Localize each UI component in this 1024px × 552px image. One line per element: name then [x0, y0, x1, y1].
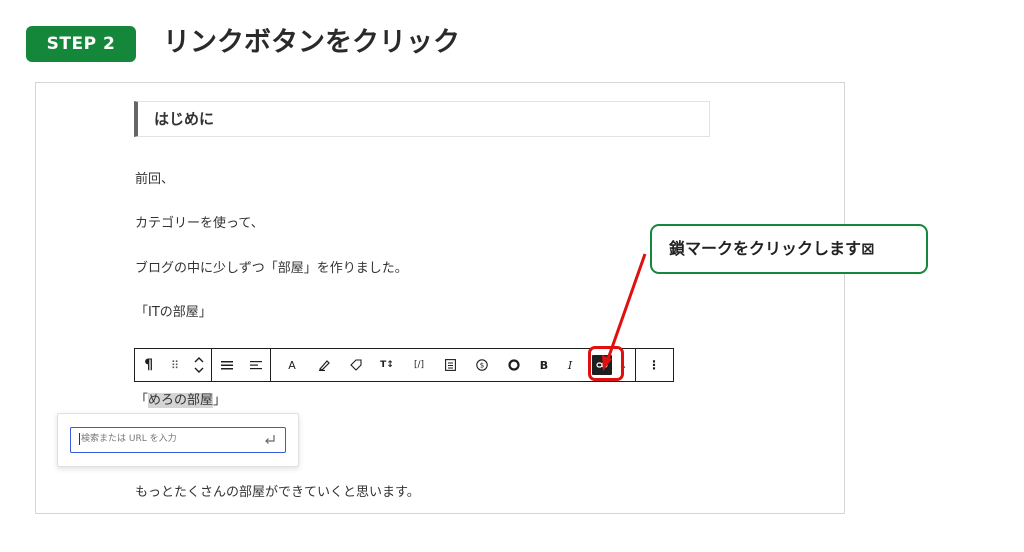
move-up-down-icon[interactable] — [192, 349, 206, 381]
bracket-close: 」 — [213, 393, 227, 408]
callout-box: 鎖マークをクリックします⊠ — [650, 224, 928, 274]
url-search-input[interactable]: 検索または URL を入力 — [70, 427, 286, 453]
italic-button[interactable]: I — [563, 349, 577, 381]
paragraph-last[interactable]: もっとたくさんの部屋ができていくと思います。 — [135, 481, 420, 500]
heading-text: はじめに — [154, 110, 215, 128]
link-popover: 検索または URL を入力 — [57, 413, 299, 467]
toolbar-block-group: ¶ ⠿ — [135, 349, 212, 381]
tag-icon[interactable] — [349, 349, 363, 381]
text-caret — [79, 432, 80, 445]
highlight-button[interactable] — [317, 349, 331, 381]
paragraph-4[interactable]: 「ITの部屋」 — [135, 301, 212, 320]
circle-icon[interactable] — [507, 349, 521, 381]
bracket-open: 「 — [135, 393, 149, 408]
text-color-button[interactable]: A — [285, 349, 299, 381]
step-title: リンクボタンをクリック — [163, 27, 460, 58]
url-input-placeholder: 検索または URL を入力 — [81, 434, 177, 444]
selected-text: めろの部屋 — [148, 393, 214, 408]
drag-handle-icon[interactable]: ⠿ — [167, 349, 183, 381]
paragraph-3[interactable]: ブログの中に少しずつ「部屋」を作りました。 — [135, 257, 408, 276]
align-icon[interactable] — [219, 349, 235, 381]
toolbar-format-group: A T↕ [/] $ B I ⌄ — [271, 349, 636, 381]
svg-text:$: $ — [480, 362, 484, 370]
paragraph-selected[interactable]: 「めろの部屋」 — [135, 389, 226, 408]
paragraph-1[interactable]: 前回、 — [135, 168, 174, 187]
toolbar-more-group: ⋮ — [636, 349, 672, 381]
align-left-icon[interactable] — [248, 349, 264, 381]
code-button[interactable]: [/] — [411, 349, 427, 381]
paragraph-icon[interactable]: ¶ — [140, 349, 158, 381]
more-icon[interactable]: ⋮ — [647, 349, 661, 381]
font-size-button[interactable]: T↕ — [379, 349, 395, 381]
callout-text: 鎖マークをクリックします⊠ — [669, 239, 875, 258]
paragraph-2[interactable]: カテゴリーを使って、 — [135, 212, 264, 231]
step-badge: STEP 2 — [26, 26, 136, 62]
badge-icon[interactable]: $ — [475, 349, 489, 381]
link-highlight-box — [588, 346, 624, 381]
toolbar-align-group — [212, 349, 271, 381]
list-icon[interactable] — [443, 349, 457, 381]
heading-block[interactable]: はじめに — [134, 101, 710, 137]
bold-button[interactable]: B — [537, 349, 551, 381]
enter-icon[interactable] — [263, 433, 277, 447]
